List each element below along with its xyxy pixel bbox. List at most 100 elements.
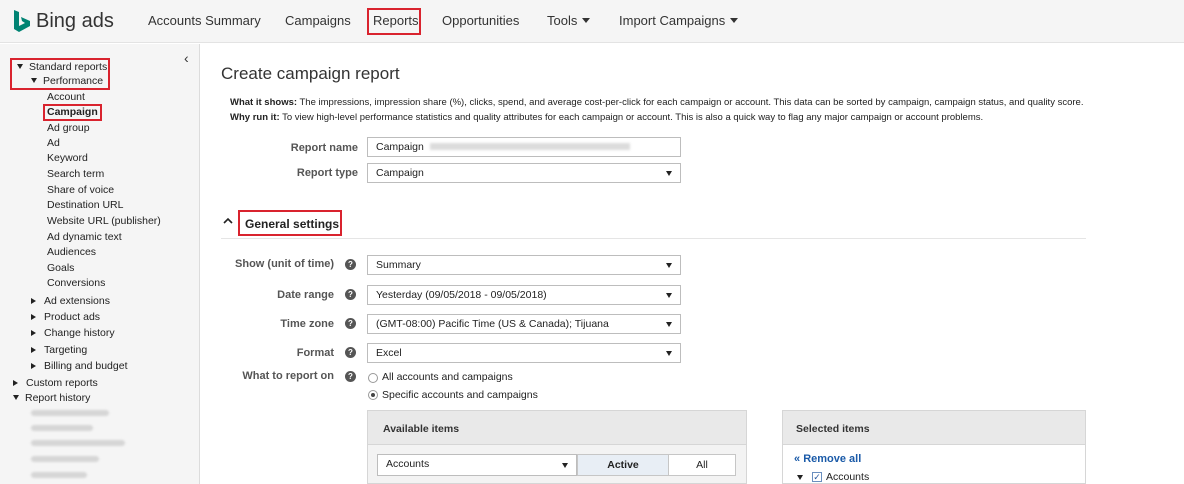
report-on-label: What to report on (242, 370, 334, 382)
help-icon[interactable]: ? (345, 318, 356, 329)
nav-tools-label: Tools (547, 13, 578, 28)
caret-right-icon (31, 363, 36, 369)
help-icon[interactable]: ? (345, 259, 356, 270)
time-zone-select[interactable]: (GMT-08:00) Pacific Time (US & Canada); … (367, 314, 681, 334)
chevron-down-icon (666, 293, 672, 298)
remove-all-link[interactable]: « Remove all (794, 453, 861, 465)
tree-item-campaign[interactable]: Campaign (47, 106, 98, 119)
chevron-down-icon (730, 18, 739, 23)
caret-right-icon (31, 347, 36, 353)
nav-opportunities[interactable]: Opportunities (442, 13, 519, 28)
filter-active-button[interactable]: Active (577, 454, 669, 476)
time-zone-label: Time zone (280, 318, 334, 330)
caret-down-icon (31, 78, 37, 83)
chevron-down-icon (666, 322, 672, 327)
tree-item-search-term[interactable]: Search term (47, 168, 104, 181)
nav-import-campaigns[interactable]: Import Campaigns (619, 13, 739, 28)
tree-custom-reports[interactable]: Custom reports (13, 377, 98, 390)
caret-right-icon (31, 298, 36, 304)
why-text: To view high-level performance statistic… (279, 112, 984, 123)
report-name-label: Report name (290, 142, 358, 154)
report-name-input[interactable]: Campaign (367, 137, 681, 157)
chevron-down-icon (562, 463, 568, 468)
caret-right-icon (31, 314, 36, 320)
brand-name: Bing ads (36, 9, 114, 32)
history-entry-redacted[interactable] (31, 456, 99, 462)
radio-all-accounts-label[interactable]: All accounts and campaigns (382, 371, 513, 383)
caret-right-icon (13, 380, 18, 386)
tree-standard-reports[interactable]: Standard reports (17, 61, 107, 74)
nav-accounts-summary[interactable]: Accounts Summary (148, 13, 261, 28)
radio-all-accounts[interactable] (368, 373, 378, 383)
tree-billing-budget[interactable]: Billing and budget (31, 360, 127, 373)
report-type-select[interactable]: Campaign (367, 163, 681, 183)
help-icon[interactable]: ? (345, 289, 356, 300)
nav-import-campaigns-label: Import Campaigns (619, 13, 726, 28)
tree-item-keyword[interactable]: Keyword (47, 152, 88, 165)
accounts-type-select[interactable]: Accounts (377, 454, 577, 476)
what-text: The impressions, impression share (%), c… (297, 97, 1084, 108)
date-range-select[interactable]: Yesterday (09/05/2018 - 09/05/2018) (367, 285, 681, 305)
chevron-up-icon[interactable] (223, 216, 233, 226)
tree-item-ad[interactable]: Ad (47, 137, 60, 150)
accounts-checkbox[interactable]: ✓ (812, 472, 822, 482)
format-label: Format (296, 347, 334, 359)
date-range-value: Yesterday (09/05/2018 - 09/05/2018) (376, 289, 547, 301)
history-entry-redacted[interactable] (31, 472, 87, 478)
report-type-label: Report type (296, 167, 358, 179)
general-settings-title[interactable]: General settings (245, 217, 339, 231)
show-unit-label: Show (unit of time) (235, 258, 334, 270)
page-title: Create campaign report (221, 64, 400, 83)
available-items-title: Available items (383, 423, 460, 435)
report-name-redacted (429, 143, 630, 150)
tree-item-share-of-voice[interactable]: Share of voice (47, 184, 114, 197)
chevron-left-icon[interactable]: ‹ (184, 50, 189, 66)
tree-item-goals[interactable]: Goals (47, 262, 74, 275)
tree-report-history[interactable]: Report history (13, 392, 90, 405)
report-type-value: Campaign (376, 167, 424, 179)
nav-reports-highlight (367, 8, 421, 35)
top-navigation: Bing ads Accounts Summary Campaigns Repo… (0, 0, 1184, 43)
format-value: Excel (376, 347, 402, 359)
tree-item-ad-group[interactable]: Ad group (47, 122, 90, 135)
format-select[interactable]: Excel (367, 343, 681, 363)
tree-billing-budget-label: Billing and budget (44, 360, 128, 372)
tree-ad-extensions[interactable]: Ad extensions (31, 295, 110, 308)
selected-accounts-label: Accounts (826, 471, 870, 483)
bing-logo-icon (14, 10, 30, 32)
radio-specific-accounts-label[interactable]: Specific accounts and campaigns (382, 389, 538, 401)
tree-item-conversions[interactable]: Conversions (47, 277, 105, 290)
tree-standard-reports-label: Standard reports (29, 61, 108, 73)
caret-down-icon[interactable] (797, 475, 803, 480)
caret-down-icon (17, 64, 23, 69)
tree-product-ads[interactable]: Product ads (31, 311, 100, 324)
tree-item-audiences[interactable]: Audiences (47, 246, 96, 259)
help-icon[interactable]: ? (345, 371, 356, 382)
brand-logo[interactable]: Bing ads (12, 8, 114, 34)
filter-all-button[interactable]: All (668, 454, 736, 476)
history-entry-redacted[interactable] (31, 410, 109, 416)
caret-right-icon (31, 330, 36, 336)
tree-item-account[interactable]: Account (47, 91, 85, 104)
tree-item-website-url[interactable]: Website URL (publisher) (47, 215, 161, 228)
history-entry-redacted[interactable] (31, 425, 93, 431)
history-entry-redacted[interactable] (31, 440, 125, 446)
tree-item-destination-url[interactable]: Destination URL (47, 199, 123, 212)
nav-tools[interactable]: Tools (547, 13, 591, 28)
section-divider (221, 238, 1086, 239)
help-icon[interactable]: ? (345, 347, 356, 358)
chevron-down-icon (666, 263, 672, 268)
report-name-value: Campaign (376, 141, 424, 153)
tree-targeting[interactable]: Targeting (31, 344, 87, 357)
radio-specific-accounts[interactable] (368, 390, 378, 400)
tree-custom-reports-label: Custom reports (26, 377, 98, 389)
tree-item-ad-dynamic-text[interactable]: Ad dynamic text (47, 231, 122, 244)
double-chevron-left-icon: « (794, 453, 801, 465)
nav-campaigns[interactable]: Campaigns (285, 13, 351, 28)
tree-change-history[interactable]: Change history (31, 327, 115, 340)
accounts-type-value: Accounts (386, 458, 430, 470)
tree-ad-extensions-label: Ad extensions (44, 295, 110, 307)
tree-performance[interactable]: Performance (31, 75, 103, 88)
tree-report-history-label: Report history (25, 392, 91, 404)
show-unit-select[interactable]: Summary (367, 255, 681, 275)
